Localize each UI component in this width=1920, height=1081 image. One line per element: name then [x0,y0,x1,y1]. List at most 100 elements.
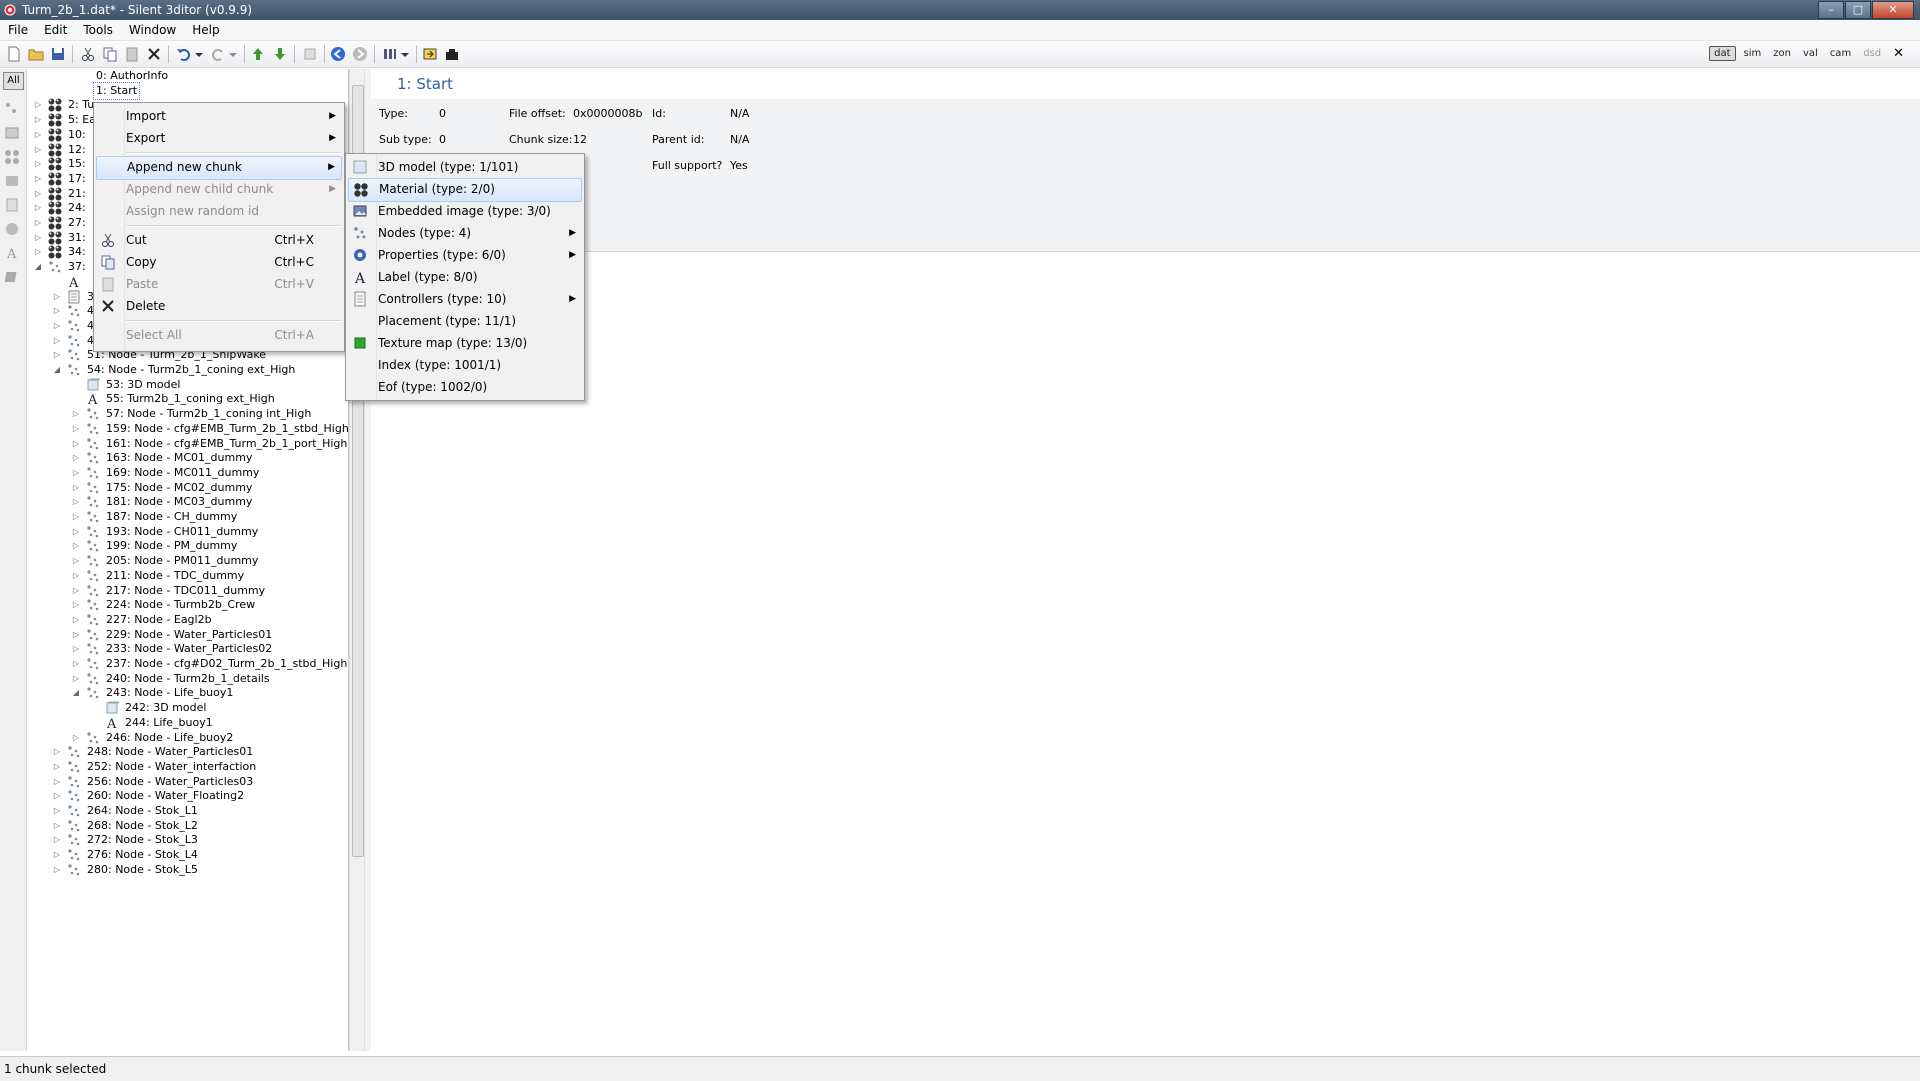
tab-val[interactable]: val [1799,47,1822,60]
submenu-item[interactable]: Material (type: 2/0) [348,178,582,202]
back-icon[interactable] [330,46,346,62]
filter-controller-icon[interactable] [4,197,20,213]
minimize-button[interactable]: – [1818,1,1844,19]
menu-copy[interactable]: Copy Ctrl+C [96,251,342,273]
submenu-arrow-icon: ▶ [569,294,576,304]
chunk-header: 1: Start [397,75,454,93]
menu-import[interactable]: Import ▶ [96,105,342,127]
filter-texture-icon[interactable] [4,269,20,285]
tab-zon[interactable]: zon [1769,47,1795,60]
menu-bar: File Edit Tools Window Help [0,20,1920,41]
submenu-arrow-icon: ▶ [569,228,576,238]
menu-paste[interactable]: Paste Ctrl+V [96,273,342,295]
view-tabs: dat sim zon val cam dsd ✕ [1705,46,1904,61]
type-label: Type: [379,107,408,120]
submenu-item[interactable]: Embedded image (type: 3/0) [348,200,582,222]
toolbar: dat sim zon val cam dsd ✕ [0,41,1920,68]
chunk-detail-panel: 1: Start Type: 0 Sub type: 0 File offset… [371,69,1920,1051]
export-icon[interactable] [422,46,438,62]
tab-sim[interactable]: sim [1740,47,1766,60]
move-down-icon[interactable] [272,46,288,62]
filter-sidebar: All A [0,69,27,1051]
move-up-icon[interactable] [250,46,266,62]
submenu-item[interactable]: Index (type: 1001/1) [348,354,582,376]
save-icon[interactable] [50,46,66,62]
title-bar: Turm_2b_1.dat* - Silent 3ditor (v0.9.9) … [0,0,1920,20]
redo-dropdown-icon[interactable] [228,46,238,62]
plugin-icon[interactable] [444,46,460,62]
filter-properties-icon[interactable] [4,221,20,237]
undo-icon[interactable] [176,46,192,62]
tab-dsd[interactable]: dsd [1859,47,1885,60]
chunk-size-value: 12 [573,133,587,146]
filter-node-icon[interactable] [4,101,20,117]
menu-assign-random-id[interactable]: Assign new random id [96,200,342,222]
submenu-item[interactable]: Nodes (type: 4) ▶ [348,222,582,244]
open-folder-icon[interactable] [28,46,44,62]
menu-delete[interactable]: Delete [96,295,342,317]
columns-icon[interactable] [382,46,398,62]
menu-file[interactable]: File [0,20,36,40]
submenu-item-label: Properties (type: 6/0) [378,248,506,262]
submenu-item-label: Texture map (type: 13/0) [378,336,528,350]
delete-icon[interactable] [146,46,162,62]
filter-image-icon[interactable] [4,173,20,189]
redo-icon[interactable] [210,46,226,62]
svg-text:A: A [354,271,366,285]
svg-text:A: A [6,247,17,261]
close-tab-icon[interactable]: ✕ [1893,46,1904,61]
new-file-icon[interactable] [6,46,22,62]
app-icon [4,4,16,16]
tab-cam[interactable]: cam [1826,47,1855,60]
menu-cut[interactable]: Cut Ctrl+X [96,229,342,251]
tree-item[interactable]: ▷ 280: Node - Stok_L5 [28,861,348,879]
full-support-value: Yes [730,159,748,172]
submenu-item[interactable]: Eof (type: 1002/0) [348,376,582,398]
cut-icon [102,233,114,247]
tab-dat[interactable]: dat [1709,46,1736,61]
parent-id-value: N/A [730,133,750,146]
submenu-item[interactable]: Placement (type: 11/1) [348,310,582,332]
columns-dropdown-icon[interactable] [400,46,410,62]
menu-append-new-chunk[interactable]: Append new chunk ▶ [96,156,342,180]
parent-id-label: Parent id: [652,133,705,146]
filter-label-icon[interactable]: A [4,245,20,261]
submenu-item[interactable]: Texture map (type: 13/0) [348,332,582,354]
append-chunk-submenu: 3D model (type: 1/101) Material (type: 2/… [345,153,585,401]
find-icon[interactable] [302,46,318,62]
filter-all-button[interactable]: All [3,72,24,90]
file-offset-label: File offset: [509,107,566,120]
submenu-item-label: Nodes (type: 4) [378,226,472,240]
status-text: 1 chunk selected [4,1062,107,1076]
cut-icon[interactable] [80,46,96,62]
expand-toggle-icon[interactable]: ▷ [52,861,62,879]
delete-icon [102,300,114,312]
close-button[interactable]: ✕ [1872,1,1914,19]
undo-dropdown-icon[interactable] [194,46,204,62]
submenu-item[interactable]: A Label (type: 8/0) [348,266,582,288]
menu-help[interactable]: Help [184,20,227,40]
menu-tools[interactable]: Tools [75,20,121,40]
menu-edit[interactable]: Edit [36,20,75,40]
filter-model-icon[interactable] [4,125,20,141]
node-icon [67,863,81,877]
menu-export[interactable]: Export ▶ [96,127,342,149]
filter-material-icon[interactable] [4,149,20,165]
context-menu: Import ▶ Export ▶ Append new chunk ▶ Append… [93,102,345,352]
id-value: N/A [730,107,750,120]
subtype-value: 0 [439,133,446,146]
menu-append-new-child-chunk[interactable]: Append new child chunk ▶ [96,178,342,200]
submenu-item[interactable]: 3D model (type: 1/101) [348,156,582,178]
menu-window[interactable]: Window [121,20,184,40]
copy-icon[interactable] [102,46,118,62]
menu-select-all[interactable]: Select All Ctrl+A [96,324,342,346]
forward-icon[interactable] [352,46,368,62]
submenu-item[interactable]: Properties (type: 6/0) ▶ [348,244,582,266]
window-title: Turm_2b_1.dat* - Silent 3ditor (v0.9.9) [22,3,253,17]
label-icon: A [352,269,368,287]
submenu-item[interactable]: Controllers (type: 10) ▶ [348,288,582,310]
paste-icon[interactable] [124,46,140,62]
maximize-button[interactable]: □ [1845,1,1871,19]
copy-icon [101,255,115,270]
submenu-item-label: Embedded image (type: 3/0) [378,204,551,218]
